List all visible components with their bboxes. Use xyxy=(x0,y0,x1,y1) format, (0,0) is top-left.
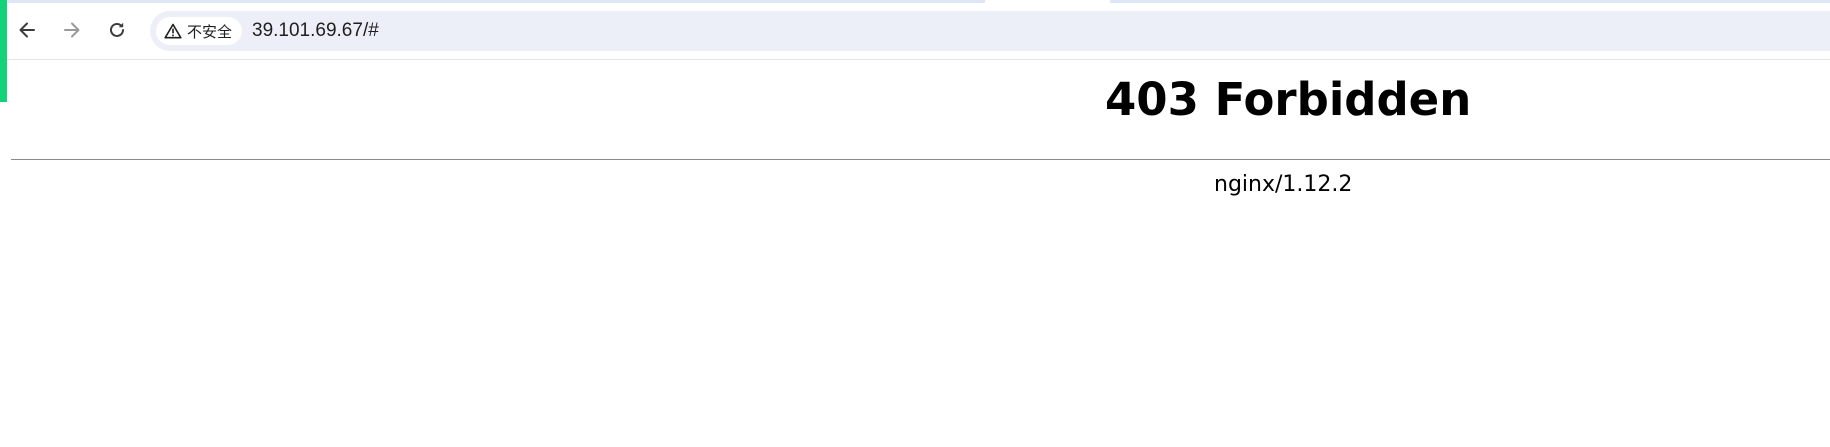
divider xyxy=(11,159,1830,160)
warning-triangle-icon xyxy=(164,23,182,39)
address-bar[interactable]: 不安全 39.101.69.67/# xyxy=(150,11,1830,51)
forward-button[interactable] xyxy=(55,13,89,47)
arrow-right-icon xyxy=(64,22,80,38)
back-button[interactable] xyxy=(10,13,44,47)
security-label: 不安全 xyxy=(187,22,233,41)
page-content: 403 Forbidden nginx/1.12.2 xyxy=(0,60,1830,447)
arrow-left-icon xyxy=(19,22,35,38)
security-indicator[interactable]: 不安全 xyxy=(156,17,243,45)
browser-toolbar: 不安全 39.101.69.67/# xyxy=(0,0,1830,60)
reload-button[interactable] xyxy=(100,13,134,47)
server-info: nginx/1.12.2 xyxy=(1214,172,1353,197)
reload-icon xyxy=(110,22,124,37)
page-title: 403 Forbidden xyxy=(1105,73,1472,126)
url-text[interactable]: 39.101.69.67/# xyxy=(252,11,379,51)
tab-strip-edge xyxy=(0,0,1830,3)
